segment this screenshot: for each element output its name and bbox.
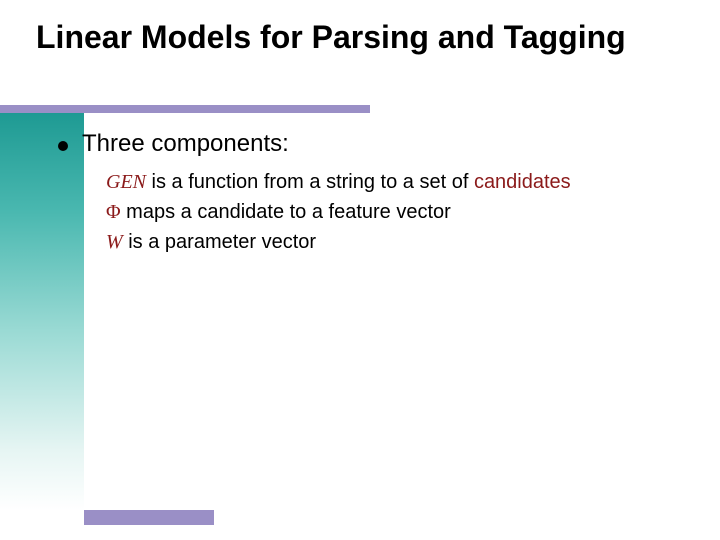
bullet-icon bbox=[58, 141, 68, 151]
gen-symbol: GEN bbox=[106, 171, 146, 193]
list-item: W is a parameter vector bbox=[106, 228, 680, 256]
w-symbol: W bbox=[106, 231, 123, 253]
content-area: Three components: GEN is a function from… bbox=[58, 130, 680, 258]
bullet-row: Three components: bbox=[58, 130, 680, 158]
bullet-label: Three components: bbox=[82, 130, 289, 158]
item-text: is a parameter vector bbox=[123, 231, 316, 253]
item-text: is a function from a string to a set of bbox=[146, 171, 474, 193]
footer-accent bbox=[84, 510, 214, 525]
list-item: Φ maps a candidate to a feature vector bbox=[106, 198, 680, 226]
title-underline bbox=[0, 105, 370, 113]
sub-list: GEN is a function from a string to a set… bbox=[106, 168, 680, 256]
candidates-highlight: candidates bbox=[474, 171, 571, 193]
slide-title: Linear Models for Parsing and Tagging bbox=[36, 18, 684, 56]
item-text: maps a candidate to a feature vector bbox=[121, 201, 451, 223]
list-item: GEN is a function from a string to a set… bbox=[106, 168, 680, 196]
phi-symbol: Φ bbox=[106, 201, 121, 223]
slide: Linear Models for Parsing and Tagging Th… bbox=[0, 0, 720, 540]
